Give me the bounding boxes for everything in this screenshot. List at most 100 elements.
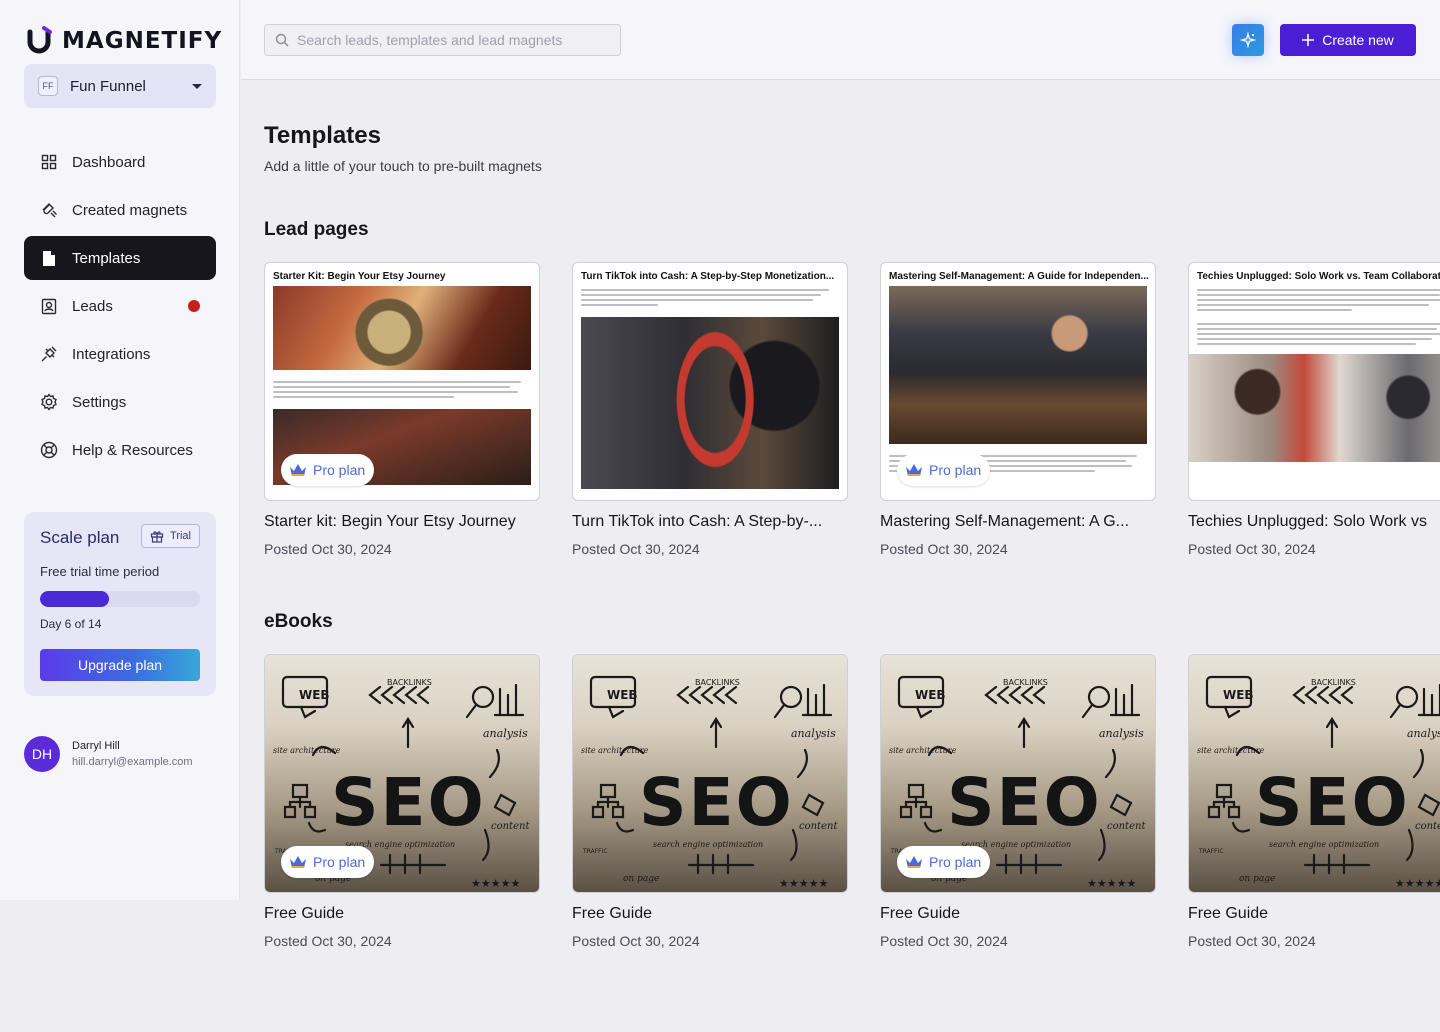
card-date: Posted Oct 30, 2024 xyxy=(572,541,700,557)
svg-text:★★★★★: ★★★★★ xyxy=(779,877,828,890)
caret-down-icon xyxy=(192,83,202,89)
thumbnail-heading: Starter Kit: Begin Your Etsy Journey xyxy=(273,271,446,282)
card-title: Techies Unplugged: Solo Work vs xyxy=(1188,513,1427,530)
section-title-lead-pages: Lead pages xyxy=(264,219,369,240)
ebook-card[interactable]: WEB BACKLINKS analysis site architecture… xyxy=(264,654,540,949)
main-nav: Dashboard Created magnets Templates Lead… xyxy=(24,140,216,476)
thumbnail-text-lines xyxy=(1189,282,1440,352)
crown-icon xyxy=(906,464,922,476)
template-card[interactable]: Mastering Self-Management: A Guide for I… xyxy=(880,262,1156,557)
seo-content-label: content xyxy=(491,821,530,832)
ebook-thumbnail: WEB BACKLINKS analysis site architecture… xyxy=(572,654,848,893)
seo-web-label: WEB xyxy=(299,688,330,702)
upgrade-plan-button[interactable]: Upgrade plan xyxy=(40,649,200,681)
crown-icon xyxy=(906,856,922,868)
create-new-button[interactable]: Create new xyxy=(1280,24,1416,56)
top-bar: Create new xyxy=(241,0,1440,80)
workspace-name: Fun Funnel xyxy=(70,77,146,95)
template-thumbnail: Starter Kit: Begin Your Etsy Journey Pro… xyxy=(264,262,540,501)
template-card[interactable]: Techies Unplugged: Solo Work vs. Team Co… xyxy=(1188,262,1440,557)
workspace-selector[interactable]: FF Fun Funnel xyxy=(24,64,216,108)
search-box[interactable] xyxy=(264,24,621,56)
seo-onpage-label: on page xyxy=(623,874,659,884)
seo-analysis-label: analysis xyxy=(1099,727,1144,740)
nav-item-templates[interactable]: Templates xyxy=(24,236,216,280)
nav-label: Settings xyxy=(72,393,127,411)
seo-search-label: search engine optimization xyxy=(1269,840,1379,849)
card-title: Free Guide xyxy=(264,905,345,922)
seo-word: SEO xyxy=(1255,764,1410,841)
thumbnail-heading: Techies Unplugged: Solo Work vs. Team Co… xyxy=(1197,271,1440,282)
contact-card-icon xyxy=(40,297,58,315)
ebook-thumbnail: WEB BACKLINKS analysis site architecture… xyxy=(1188,654,1440,893)
search-input[interactable] xyxy=(297,32,610,48)
template-card[interactable]: Starter Kit: Begin Your Etsy Journey Pro… xyxy=(264,262,540,557)
seo-analysis-label: analysis xyxy=(1407,727,1440,740)
nav-item-created-magnets[interactable]: Created magnets xyxy=(24,188,216,232)
card-title: Free Guide xyxy=(572,905,653,922)
nav-label: Created magnets xyxy=(72,201,188,219)
ebook-card[interactable]: WEB BACKLINKS analysis site architecture… xyxy=(572,654,848,949)
gear-icon xyxy=(40,393,58,411)
seo-backlinks-label: BACKLINKS xyxy=(695,678,740,687)
create-new-label: Create new xyxy=(1322,32,1394,48)
nav-item-integrations[interactable]: Integrations xyxy=(24,332,216,376)
nav-item-settings[interactable]: Settings xyxy=(24,380,216,424)
nav-label: Integrations xyxy=(72,345,151,363)
template-thumbnail: Turn TikTok into Cash: A Step-by-Step Mo… xyxy=(572,262,848,501)
pro-plan-label: Pro plan xyxy=(929,854,982,870)
section-title-ebooks: eBooks xyxy=(264,611,333,632)
card-title: Mastering Self-Management: A G... xyxy=(880,513,1130,530)
svg-text:★★★★★: ★★★★★ xyxy=(471,877,520,890)
thumbnail-photo xyxy=(273,286,531,370)
seo-backlinks-label: BACKLINKS xyxy=(387,678,432,687)
card-title: Free Guide xyxy=(1188,905,1269,922)
user-profile[interactable]: DH Darryl Hill hill.darryl@example.com xyxy=(24,736,193,772)
nav-item-dashboard[interactable]: Dashboard xyxy=(24,140,216,184)
seo-illustration: WEB BACKLINKS analysis site architecture… xyxy=(1197,675,1440,890)
seo-word: SEO xyxy=(639,764,794,841)
seo-content-label: content xyxy=(1415,821,1440,832)
page-subtitle: Add a little of your touch to pre-built … xyxy=(264,158,542,174)
nav-item-leads[interactable]: Leads xyxy=(24,284,216,328)
seo-content-label: content xyxy=(1107,821,1146,832)
crown-icon xyxy=(290,464,306,476)
nav-item-help[interactable]: Help & Resources xyxy=(24,428,216,472)
nav-label: Help & Resources xyxy=(72,441,193,459)
card-date: Posted Oct 30, 2024 xyxy=(1188,933,1316,949)
magnet-icon xyxy=(40,201,58,219)
trial-badge: Trial xyxy=(141,524,200,548)
seo-site-label: site architecture xyxy=(581,746,649,755)
nav-label: Templates xyxy=(72,249,141,267)
plus-icon xyxy=(1302,34,1315,46)
brand-logo[interactable]: MAGNETIFY xyxy=(24,24,222,58)
magnet-logo-icon xyxy=(27,26,52,54)
thumbnail-text-lines xyxy=(265,374,539,405)
gift-icon xyxy=(150,531,164,543)
seo-traffic-label: TRAFFIC xyxy=(582,848,608,855)
ebook-thumbnail: WEB BACKLINKS analysis site architecture… xyxy=(880,654,1156,893)
ebook-card[interactable]: WEB BACKLINKS analysis site architecture… xyxy=(1188,654,1440,949)
plan-subtitle: Free trial time period xyxy=(40,564,160,579)
pro-plan-badge: Pro plan xyxy=(281,846,375,878)
thumbnail-photo xyxy=(581,317,839,489)
seo-analysis-label: analysis xyxy=(791,727,836,740)
template-card[interactable]: Turn TikTok into Cash: A Step-by-Step Mo… xyxy=(572,262,848,557)
card-date: Posted Oct 30, 2024 xyxy=(1188,541,1316,557)
pro-plan-label: Pro plan xyxy=(929,462,982,478)
thumbnail-photo xyxy=(889,286,1147,444)
seo-site-label: site architecture xyxy=(1197,746,1265,755)
nav-label: Leads xyxy=(72,297,113,315)
search-icon xyxy=(275,33,289,47)
seo-illustration: WEB BACKLINKS analysis site architecture… xyxy=(581,675,838,890)
document-icon xyxy=(40,249,58,267)
ebook-card[interactable]: WEB BACKLINKS analysis site architecture… xyxy=(880,654,1156,949)
seo-backlinks-label: BACKLINKS xyxy=(1311,678,1356,687)
seo-web-label: WEB xyxy=(1223,688,1254,702)
ai-assistant-button[interactable] xyxy=(1232,24,1264,56)
seo-backlinks-label: BACKLINKS xyxy=(1003,678,1048,687)
pro-plan-label: Pro plan xyxy=(313,462,366,478)
sidebar: MAGNETIFY FF Fun Funnel Dashboard Create… xyxy=(0,0,240,900)
plan-card: Scale plan Trial Free trial time period … xyxy=(24,512,216,696)
seo-word: SEO xyxy=(331,764,486,841)
